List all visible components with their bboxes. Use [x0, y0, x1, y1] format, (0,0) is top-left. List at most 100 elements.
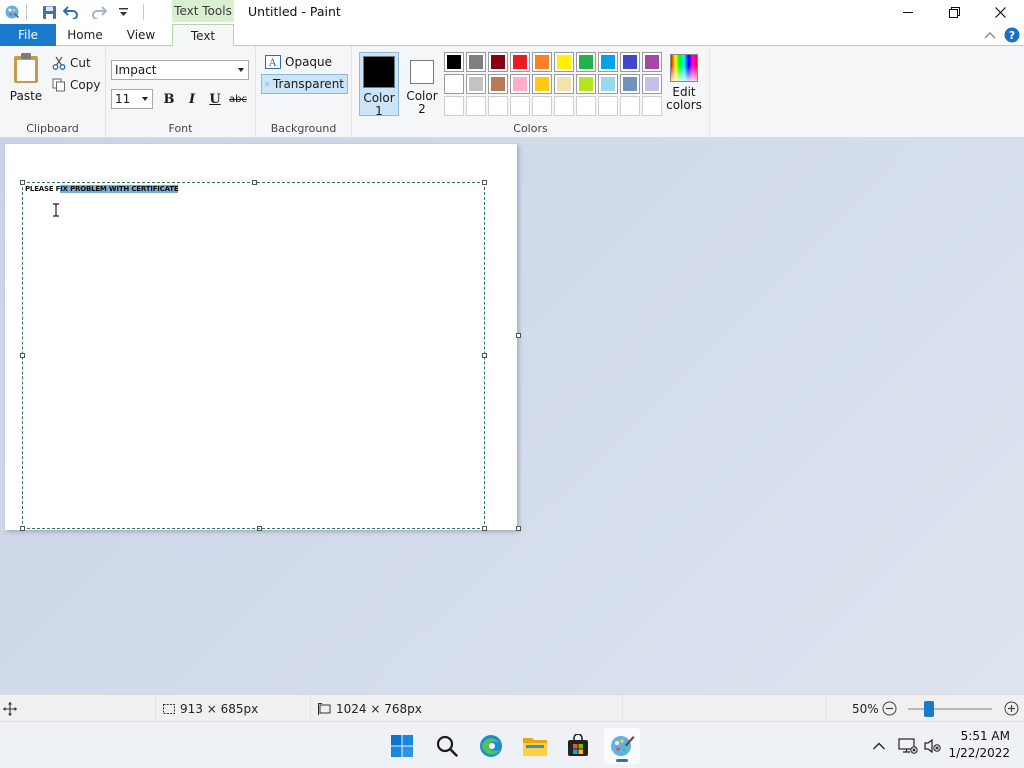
- palette-swatch[interactable]: [488, 74, 508, 94]
- search-button[interactable]: [429, 728, 465, 764]
- palette-swatch[interactable]: [576, 74, 596, 94]
- strikethrough-button[interactable]: abc: [227, 88, 249, 110]
- underline-button[interactable]: U: [204, 88, 226, 110]
- palette-custom-slot[interactable]: [620, 96, 640, 116]
- svg-text:A: A: [268, 58, 277, 69]
- color2-button[interactable]: Color 2: [402, 52, 442, 116]
- canvas-resize-handle-corner[interactable]: [516, 526, 521, 531]
- palette-swatch-fill: [623, 99, 637, 113]
- tab-view[interactable]: View: [118, 24, 164, 46]
- bold-button[interactable]: B: [158, 88, 180, 110]
- palette-swatch[interactable]: [510, 74, 530, 94]
- volume-button[interactable]: [924, 722, 942, 768]
- palette-swatch[interactable]: [444, 74, 464, 94]
- palette-swatch[interactable]: [466, 74, 486, 94]
- tray-overflow-button[interactable]: [872, 722, 886, 768]
- palette-custom-slot[interactable]: [598, 96, 618, 116]
- zoom-out-icon: [882, 701, 897, 716]
- tab-home[interactable]: Home: [60, 24, 110, 46]
- palette-custom-slot[interactable]: [532, 96, 552, 116]
- tab-file[interactable]: File: [0, 24, 56, 46]
- palette-swatch[interactable]: [598, 74, 618, 94]
- opaque-icon: A: [265, 55, 281, 69]
- text-box-handle-br[interactable]: [482, 526, 487, 531]
- palette-swatch[interactable]: [444, 52, 464, 72]
- store-button[interactable]: [560, 728, 596, 764]
- zoom-out-button[interactable]: [882, 695, 897, 722]
- start-button[interactable]: [384, 728, 420, 764]
- copy-button[interactable]: Copy: [52, 76, 100, 94]
- palette-swatch-fill: [447, 55, 461, 69]
- paint-app-icon[interactable]: [2, 2, 22, 22]
- palette-swatch[interactable]: [466, 52, 486, 72]
- palette-swatch-fill: [579, 77, 593, 91]
- palette-custom-slot[interactable]: [554, 96, 574, 116]
- transparent-button[interactable]: A Transparent: [261, 74, 348, 94]
- edge-browser-button[interactable]: [473, 728, 509, 764]
- text-box-handle-bl[interactable]: [20, 526, 25, 531]
- maximize-button[interactable]: [931, 0, 977, 24]
- paint-taskbar-button[interactable]: [604, 728, 640, 764]
- font-size-dropdown[interactable]: 11: [111, 89, 153, 109]
- status-divider: [622, 695, 623, 722]
- palette-custom-slot[interactable]: [576, 96, 596, 116]
- customize-qat-icon[interactable]: [113, 2, 133, 22]
- color1-button[interactable]: Color 1: [359, 52, 399, 118]
- text-box-handle-tm[interactable]: [252, 180, 257, 185]
- opaque-button[interactable]: A Opaque: [262, 52, 335, 72]
- palette-swatch[interactable]: [510, 52, 530, 72]
- palette-custom-slot[interactable]: [466, 96, 486, 116]
- palette-swatch[interactable]: [488, 52, 508, 72]
- taskbar-clock[interactable]: 5:51 AM 1/22/2022: [948, 728, 1010, 762]
- file-explorer-button[interactable]: [517, 728, 553, 764]
- tab-text[interactable]: Text: [172, 24, 234, 47]
- palette-custom-slot[interactable]: [488, 96, 508, 116]
- typed-text-selected: IX PROBLEM WITH CERTIFICATE: [60, 185, 179, 193]
- palette-swatch-fill: [447, 77, 461, 91]
- italic-button[interactable]: I: [181, 88, 203, 110]
- palette-swatch[interactable]: [532, 52, 552, 72]
- palette-swatch[interactable]: [554, 52, 574, 72]
- chevron-up-icon: [873, 742, 885, 749]
- text-box-handle-ml[interactable]: [20, 353, 25, 358]
- font-family-dropdown[interactable]: Impact: [111, 60, 249, 80]
- palette-swatch[interactable]: [598, 52, 618, 72]
- palette-custom-slot[interactable]: [510, 96, 530, 116]
- palette-swatch[interactable]: [642, 52, 662, 72]
- text-box[interactable]: [22, 182, 485, 529]
- palette-swatch[interactable]: [532, 74, 552, 94]
- palette-swatch-fill: [601, 55, 615, 69]
- canvas-resize-handle-right[interactable]: [516, 333, 521, 338]
- help-icon[interactable]: ?: [1004, 24, 1020, 46]
- palette-swatch[interactable]: [554, 74, 574, 94]
- zoom-slider-thumb[interactable]: [924, 701, 934, 717]
- text-box-handle-mr[interactable]: [482, 353, 487, 358]
- palette-custom-slot[interactable]: [444, 96, 464, 116]
- edit-colors-button[interactable]: Edit colors: [664, 52, 704, 112]
- palette-swatch[interactable]: [642, 74, 662, 94]
- quick-access-toolbar: [0, 0, 144, 24]
- network-status-button[interactable]: [898, 722, 918, 768]
- text-cursor-icon: [53, 203, 59, 217]
- zoom-slider-track[interactable]: [908, 708, 992, 710]
- zoom-in-button[interactable]: [1004, 695, 1019, 722]
- edge-icon: [480, 735, 502, 757]
- palette-swatch-fill: [491, 77, 505, 91]
- color1-label-line2: 1: [375, 104, 383, 118]
- status-bar: 913 × 685px 1024 × 768px 50%: [0, 694, 1024, 722]
- palette-swatch-fill: [535, 77, 549, 91]
- paste-button[interactable]: Paste: [6, 52, 46, 104]
- close-button[interactable]: [977, 0, 1023, 24]
- palette-custom-slot[interactable]: [642, 96, 662, 116]
- palette-swatch[interactable]: [620, 74, 640, 94]
- minimize-button[interactable]: [885, 0, 931, 24]
- palette-swatch[interactable]: [620, 52, 640, 72]
- ribbon-collapse-icon[interactable]: [984, 24, 996, 46]
- save-icon[interactable]: [39, 2, 59, 22]
- undo-icon[interactable]: [61, 2, 81, 22]
- palette-swatch-fill: [557, 55, 571, 69]
- palette-swatch[interactable]: [576, 52, 596, 72]
- redo-icon[interactable]: [89, 2, 109, 22]
- cut-button[interactable]: Cut: [52, 54, 91, 72]
- text-box-handle-tr[interactable]: [482, 180, 487, 185]
